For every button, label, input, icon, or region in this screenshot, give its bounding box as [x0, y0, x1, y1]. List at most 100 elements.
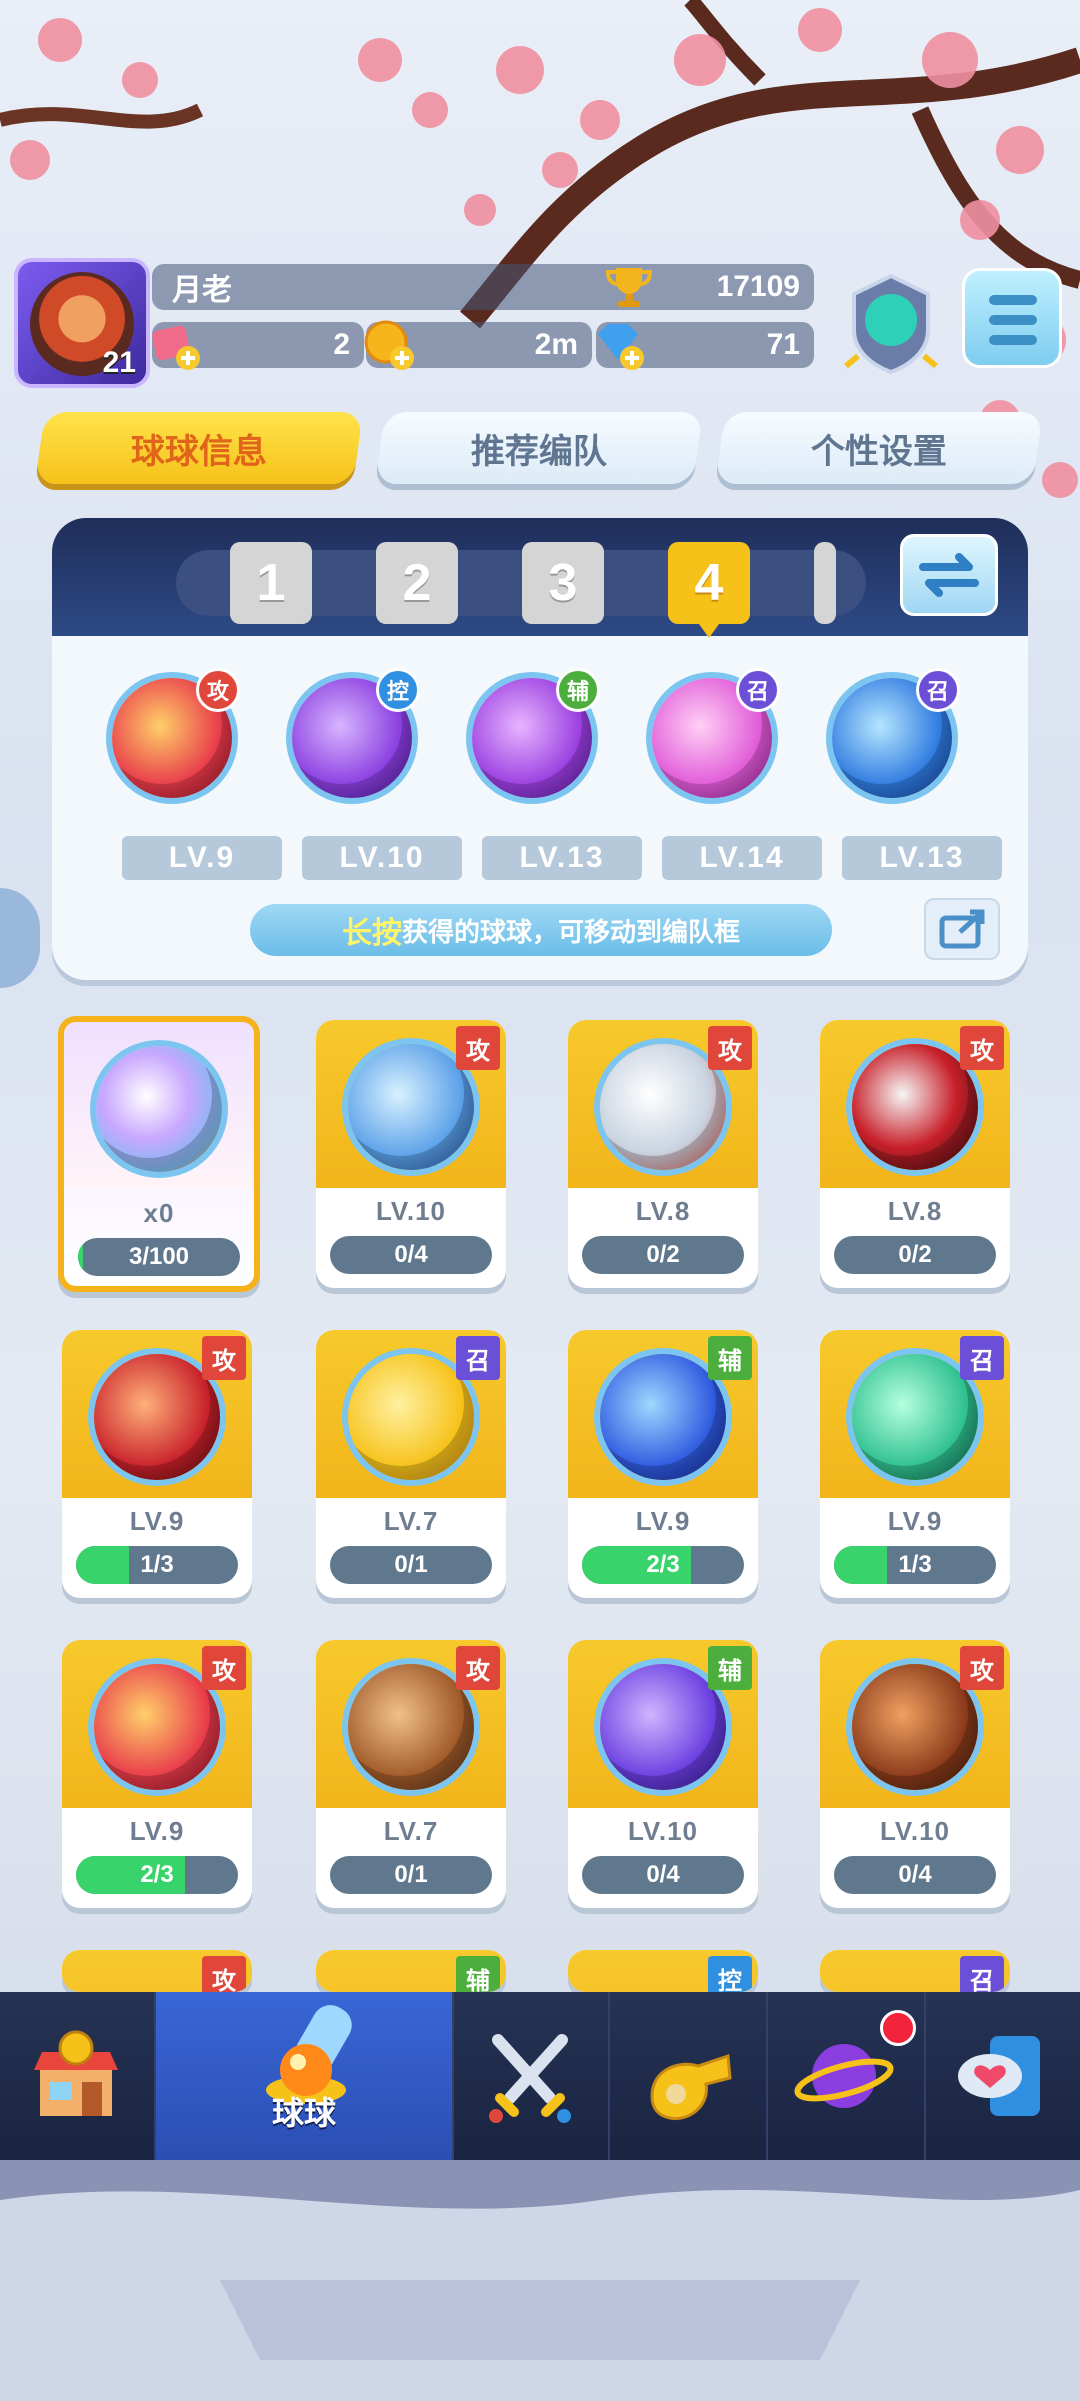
upgrade-progress-bar: 2/3 [76, 1856, 238, 1894]
nav-balls[interactable]: 球球 [156, 1992, 454, 2160]
upgrade-progress-bar: 0/4 [834, 1856, 996, 1894]
ball-level: LV.10 [879, 1816, 951, 1846]
player-avatar[interactable]: 21 [14, 258, 150, 388]
diamond-resource[interactable]: 71 [596, 322, 814, 370]
team-ball-3[interactable]: 辅 [462, 668, 602, 808]
player-name-bar: 月老 17109 [152, 264, 814, 310]
ball-type-tag: 辅 [708, 1336, 752, 1380]
gold-coin-icon [364, 320, 414, 370]
gold-resource[interactable]: 2m [364, 320, 592, 370]
progress-text: 0/4 [646, 1861, 680, 1888]
team-slot-2[interactable]: 2 [376, 542, 458, 624]
diamond-icon [598, 324, 644, 370]
ticket-count: 2 [333, 328, 350, 361]
ball-card[interactable]: 攻 LV.7 0/1 [316, 1640, 506, 1908]
snowy-ground-background [0, 2160, 1080, 2401]
gold-count: 2m [534, 328, 578, 361]
share-button[interactable] [924, 898, 1000, 960]
ball-level: LV.7 [383, 1506, 439, 1536]
rank-badge-icon[interactable] [838, 270, 944, 378]
upgrade-progress-bar: 3/100 [78, 1238, 240, 1276]
ball-card-partial[interactable]: 控 [568, 1950, 758, 1992]
ticket-resource[interactable]: 2 [152, 322, 364, 370]
team-slot-3[interactable]: 3 [522, 542, 604, 624]
team-ball-1[interactable]: 攻 [102, 668, 242, 808]
ball-card-partial[interactable]: 攻 [62, 1950, 252, 1992]
main-menu-button[interactable] [962, 268, 1062, 368]
ball-level: LV.9 [635, 1506, 691, 1536]
ball-card-partial[interactable]: 辅 [316, 1950, 506, 1992]
team-slot-header: 1 2 3 4 [52, 518, 1028, 638]
ball-card[interactable]: 攻 LV.8 0/2 [820, 1020, 1010, 1288]
diamond-count: 71 [766, 328, 800, 361]
tab-ball-info[interactable]: 球球信息 [34, 412, 364, 484]
ball-card[interactable]: 辅 LV.9 2/3 [568, 1330, 758, 1598]
trophy-icon [605, 268, 653, 307]
team-ball-5[interactable]: 召 [822, 668, 962, 808]
ball-card[interactable]: 攻 LV.10 0/4 [820, 1640, 1010, 1908]
ball-type-tag: 召 [960, 1956, 1004, 1992]
summon-tag: 召 [916, 668, 960, 712]
progress-text: 0/2 [646, 1241, 680, 1268]
nav-shop[interactable] [0, 1992, 156, 2160]
team-ball-4[interactable]: 召 [642, 668, 782, 808]
hint-emphasis: 长按 [341, 916, 402, 951]
ball-type-tag: 辅 [708, 1646, 752, 1690]
team-panel: 1 2 3 4 攻 控 辅 召 召 LV.9 LV.10 LV.13 LV.14… [52, 518, 1028, 980]
ball-card[interactable]: 攻 LV.10 0/4 [316, 1020, 506, 1288]
nav-balls-label: 球球 [271, 2094, 336, 2132]
side-drawer-handle[interactable] [0, 888, 40, 988]
ball-card[interactable]: 攻 LV.9 1/3 [62, 1330, 252, 1598]
ball-card[interactable]: x0 3/100 [58, 1016, 260, 1292]
ball-card[interactable]: 召 LV.7 0/1 [316, 1330, 506, 1598]
ball-type-tag: 攻 [202, 1956, 246, 1992]
progress-text: 1/3 [140, 1551, 174, 1578]
ball-type-tag: 攻 [202, 1336, 246, 1380]
team-slot-4[interactable]: 4 [668, 542, 750, 638]
progress-text: 2/3 [646, 1551, 680, 1578]
nav-planet[interactable] [770, 1992, 926, 2160]
ball-card[interactable]: 辅 LV.10 0/4 [568, 1640, 758, 1908]
nav-social[interactable] [926, 1992, 1080, 2160]
team-slot-5-partial[interactable] [814, 542, 836, 624]
upgrade-progress-bar: 0/4 [582, 1856, 744, 1894]
whistle-icon [650, 2053, 732, 2121]
progress-text: 0/4 [898, 1861, 932, 1888]
upgrade-progress-bar: 2/3 [582, 1546, 744, 1584]
social-icon [958, 2036, 1040, 2116]
ball-card[interactable]: 召 LV.9 1/3 [820, 1330, 1010, 1598]
planet-icon [794, 2044, 894, 2108]
ball-type-tag: 攻 [456, 1646, 500, 1690]
team-ball-level: LV.13 [842, 836, 1002, 880]
ball-type-tag: 控 [708, 1956, 752, 1992]
tab-recommended-team[interactable]: 推荐编队 [374, 412, 704, 484]
ball-card[interactable]: 攻 LV.8 0/2 [568, 1020, 758, 1288]
progress-text: 0/1 [394, 1551, 428, 1578]
bottom-navigation: 球球 [0, 1992, 1080, 2160]
team-ball-2[interactable]: 控 [282, 668, 422, 808]
upgrade-progress-bar: 0/1 [330, 1856, 492, 1894]
nav-battle[interactable] [454, 1992, 610, 2160]
ticket-icon [152, 325, 200, 370]
upgrade-progress-bar: 0/4 [330, 1236, 492, 1274]
progress-text: 2/3 [140, 1861, 174, 1888]
shop-icon [34, 2030, 118, 2116]
team-slot-1[interactable]: 1 [230, 542, 312, 624]
nav-whistle[interactable] [612, 1992, 768, 2160]
tab-personal-settings[interactable]: 个性设置 [714, 412, 1044, 484]
ball-card[interactable]: 攻 LV.9 2/3 [62, 1640, 252, 1908]
ball-type-tag: 辅 [456, 1956, 500, 1992]
ball-level: LV.10 [375, 1196, 447, 1226]
ball-type-tag: 攻 [456, 1026, 500, 1070]
upgrade-progress-bar: 1/3 [834, 1546, 996, 1584]
progress-text: 0/4 [394, 1241, 428, 1268]
ball-level: LV.8 [635, 1196, 691, 1226]
ball-type-tag: 召 [960, 1336, 1004, 1380]
ball-card-partial[interactable]: 召 [820, 1950, 1010, 1992]
team-ball-level: LV.9 [122, 836, 282, 880]
control-tag: 控 [376, 668, 420, 712]
swap-team-button[interactable] [900, 534, 998, 616]
long-press-hint: 长按 获得的球球，可移动到编队框 [250, 904, 832, 956]
support-tag: 辅 [556, 668, 600, 712]
team-ball-level: LV.14 [662, 836, 822, 880]
